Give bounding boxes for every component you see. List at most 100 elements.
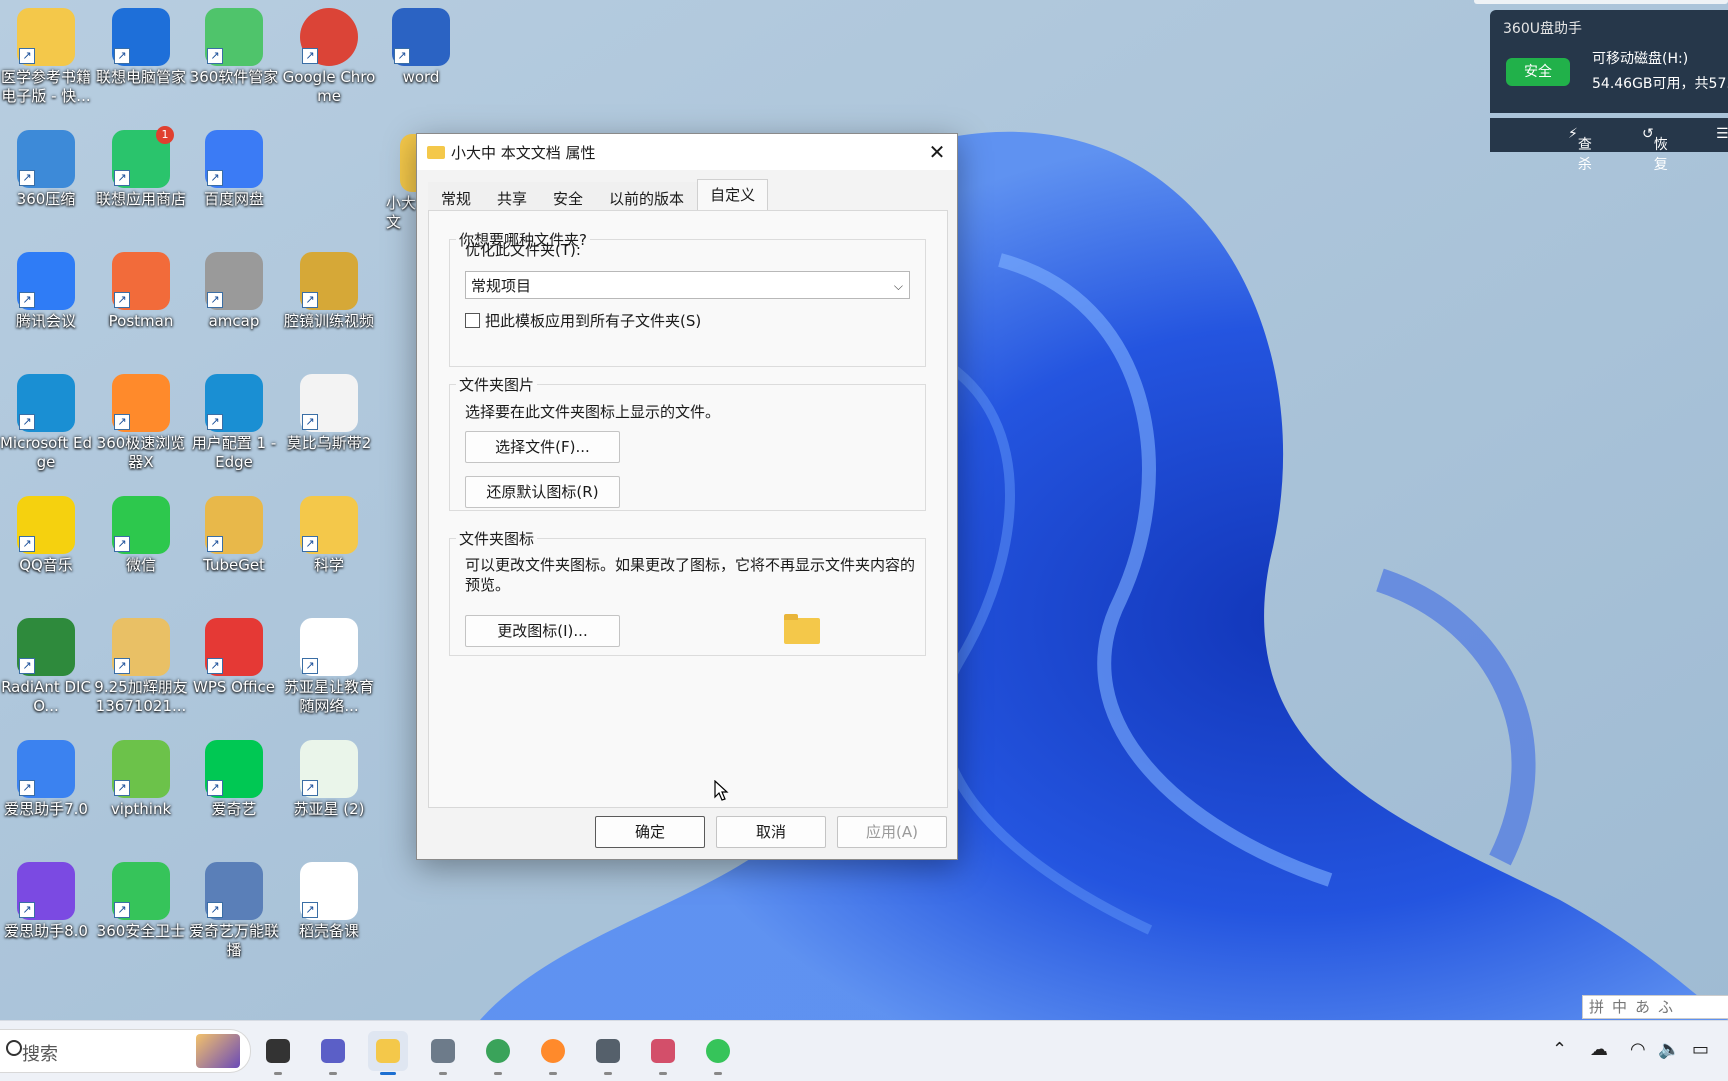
edge-profile-icon: ↗: [205, 374, 263, 432]
wifi-icon[interactable]: ◠: [1630, 1039, 1646, 1060]
running-indicator: [604, 1072, 612, 1075]
desktop-icon[interactable]: ↗ word: [373, 4, 469, 87]
taskbar-app[interactable]: [698, 1031, 738, 1075]
shortcut-arrow-icon: ↗: [19, 48, 35, 64]
taskbar-app[interactable]: [478, 1031, 518, 1075]
search-box[interactable]: 搜索: [0, 1029, 251, 1073]
shortcut-arrow-icon: ↗: [207, 170, 223, 186]
desktop-icon[interactable]: ↗ vipthink: [93, 736, 189, 819]
usb-helper-actions: ⚡ 查杀 ↺ 恢复 ☰: [1490, 118, 1728, 173]
taskbar-app[interactable]: [588, 1031, 628, 1075]
drive-name: 可移动磁盘(H:): [1592, 51, 1689, 67]
ime-hiragana-1[interactable]: あ: [1635, 996, 1650, 1018]
apply-button[interactable]: 应用(A): [837, 816, 947, 848]
desktop-icon[interactable]: ↗ 苏亚星 (2): [281, 736, 377, 819]
desktop-icon[interactable]: ↗ amcap: [186, 248, 282, 331]
tab-general[interactable]: 常规: [428, 182, 485, 212]
desktop-icon[interactable]: ↗ Microsoft Edge: [0, 370, 94, 472]
chevron-up-icon[interactable]: ⌃: [1552, 1039, 1567, 1060]
desktop-icon[interactable]: ↗ 苏亚星让教育随网络...: [281, 614, 377, 716]
network-cloud-icon[interactable]: ☁: [1590, 1039, 1608, 1060]
desktop-icon-label: Microsoft Edge: [0, 434, 93, 471]
ime-hiragana-2[interactable]: ふ: [1658, 996, 1673, 1018]
taskbar-app[interactable]: [533, 1031, 573, 1075]
desktop-icon-label: 腾讯会议: [15, 312, 76, 330]
shortcut-arrow-icon: ↗: [114, 536, 130, 552]
amcap-camera-icon: ↗: [205, 252, 263, 310]
tab-customize[interactable]: 自定义: [697, 179, 769, 211]
dialog-titlebar[interactable]: 小大中 本文文档 属性: [417, 134, 957, 170]
desktop-icon[interactable]: ↗ 360安全卫士: [93, 858, 189, 941]
optimize-value: 常规项目: [471, 277, 532, 295]
document-file-icon: ↗: [300, 862, 358, 920]
group-legend: 文件夹图片: [459, 376, 535, 394]
desktop-icon-label: RadiAnt DICO...: [1, 678, 91, 715]
desktop-icon[interactable]: ↗ 用户配置 1 - Edge: [186, 370, 282, 472]
i4-assistant-icon: ↗: [17, 740, 75, 798]
desktop-icon[interactable]: ↗ 爱思助手7.0: [0, 736, 94, 819]
desktop-icon[interactable]: ↗ 360压缩: [0, 126, 94, 209]
restore-default-button[interactable]: 还原默认图标(R): [465, 476, 620, 508]
desktop-icon[interactable]: ↗ Postman: [93, 248, 189, 331]
tab-security[interactable]: 安全: [540, 182, 597, 212]
desktop-icon[interactable]: ↗ 微信: [93, 492, 189, 575]
restore-button[interactable]: ↺ 恢复: [1642, 126, 1668, 173]
change-icon-button[interactable]: 更改图标(I)...: [465, 615, 620, 647]
folder-icon: ↗: [17, 8, 75, 66]
desktop-icon-partial[interactable]: 小大 文: [380, 130, 420, 232]
tab-previous-versions[interactable]: 以前的版本: [596, 182, 698, 212]
taskbar-app[interactable]: [368, 1031, 408, 1075]
ime-chinese[interactable]: 中: [1612, 996, 1627, 1018]
desktop-icon[interactable]: ↗ 百度网盘: [186, 126, 282, 209]
taskbar-app[interactable]: [423, 1031, 463, 1075]
apply-template-checkbox[interactable]: 把此模板应用到所有子文件夹(S): [465, 310, 701, 331]
cancel-button[interactable]: 取消: [716, 816, 826, 848]
taskbar-app[interactable]: [313, 1031, 353, 1075]
desktop-icon[interactable]: ↗ 爱奇艺万能联播: [186, 858, 282, 960]
desktop-icon[interactable]: ↗ Google Chrome: [281, 4, 377, 106]
ok-button[interactable]: 确定: [595, 816, 705, 848]
chrome-icon: ↗: [300, 8, 358, 66]
taskbar-app[interactable]: [643, 1031, 683, 1075]
lenovo-pc-manager-icon: ↗: [112, 8, 170, 66]
optimize-dropdown[interactable]: 常规项目 ⌵: [465, 271, 910, 299]
desktop-icon[interactable]: ↗ 1 联想应用商店: [93, 126, 189, 209]
desktop-icon[interactable]: ↗ 爱奇艺: [186, 736, 282, 819]
desktop-icon[interactable]: ↗ 9.25加辉朋友13671021...: [93, 614, 189, 716]
desktop-icon[interactable]: ↗ 莫比乌斯带2: [281, 370, 377, 453]
desktop-icon[interactable]: ↗ 医学参考书籍电子版 - 快...: [0, 4, 94, 106]
search-placeholder: 搜索: [22, 1044, 58, 1065]
taskbar-app[interactable]: [258, 1031, 298, 1075]
desktop-icon[interactable]: ↗ 联想电脑管家: [93, 4, 189, 87]
desktop-icon[interactable]: ↗ 科学: [281, 492, 377, 575]
battery-icon[interactable]: ▭: [1692, 1039, 1709, 1060]
desktop-icon-label: 360压缩: [16, 190, 76, 208]
desktop-icon[interactable]: ↗ 爱思助手8.0: [0, 858, 94, 941]
checkbox-box[interactable]: [465, 313, 480, 328]
desktop-icon[interactable]: ↗ 360软件管家: [186, 4, 282, 87]
running-indicator: [659, 1072, 667, 1075]
desktop-icon[interactable]: ↗ QQ音乐: [0, 492, 94, 575]
lenovo-app-store-icon: ↗ 1: [112, 126, 174, 188]
desktop-icon[interactable]: ↗ 360极速浏览器X: [93, 370, 189, 472]
scan-button[interactable]: ⚡ 查杀: [1568, 126, 1592, 173]
menu-icon[interactable]: ☰: [1716, 126, 1728, 142]
desktop-icon[interactable]: ↗ 腔镜训练视频: [281, 248, 377, 331]
desktop-icon[interactable]: ↗ RadiAnt DICO...: [0, 614, 94, 716]
volume-icon[interactable]: 🔈: [1658, 1039, 1680, 1060]
desktop-icon-label: 爱奇艺万能联播: [188, 922, 279, 959]
close-button[interactable]: ✕: [923, 138, 951, 166]
dialog-title: 小大中 本文文档 属性: [451, 143, 596, 162]
desktop-icon[interactable]: ↗ 腾讯会议: [0, 248, 94, 331]
desktop-icon-label: amcap: [208, 312, 260, 330]
choose-file-button[interactable]: 选择文件(F)...: [465, 431, 620, 463]
desktop-icon-label: 小大 文: [386, 194, 417, 231]
shortcut-arrow-icon: ↗: [302, 780, 318, 796]
desktop-icon[interactable]: ↗ TubeGet: [186, 492, 282, 575]
tab-sharing[interactable]: 共享: [484, 182, 541, 212]
running-indicator: [439, 1072, 447, 1075]
restore-label: 恢复: [1653, 137, 1668, 173]
desktop-icon[interactable]: ↗ 稻壳备课: [281, 858, 377, 941]
ime-pinyin[interactable]: 拼: [1589, 996, 1604, 1018]
desktop-icon[interactable]: ↗ WPS Office: [186, 614, 282, 697]
